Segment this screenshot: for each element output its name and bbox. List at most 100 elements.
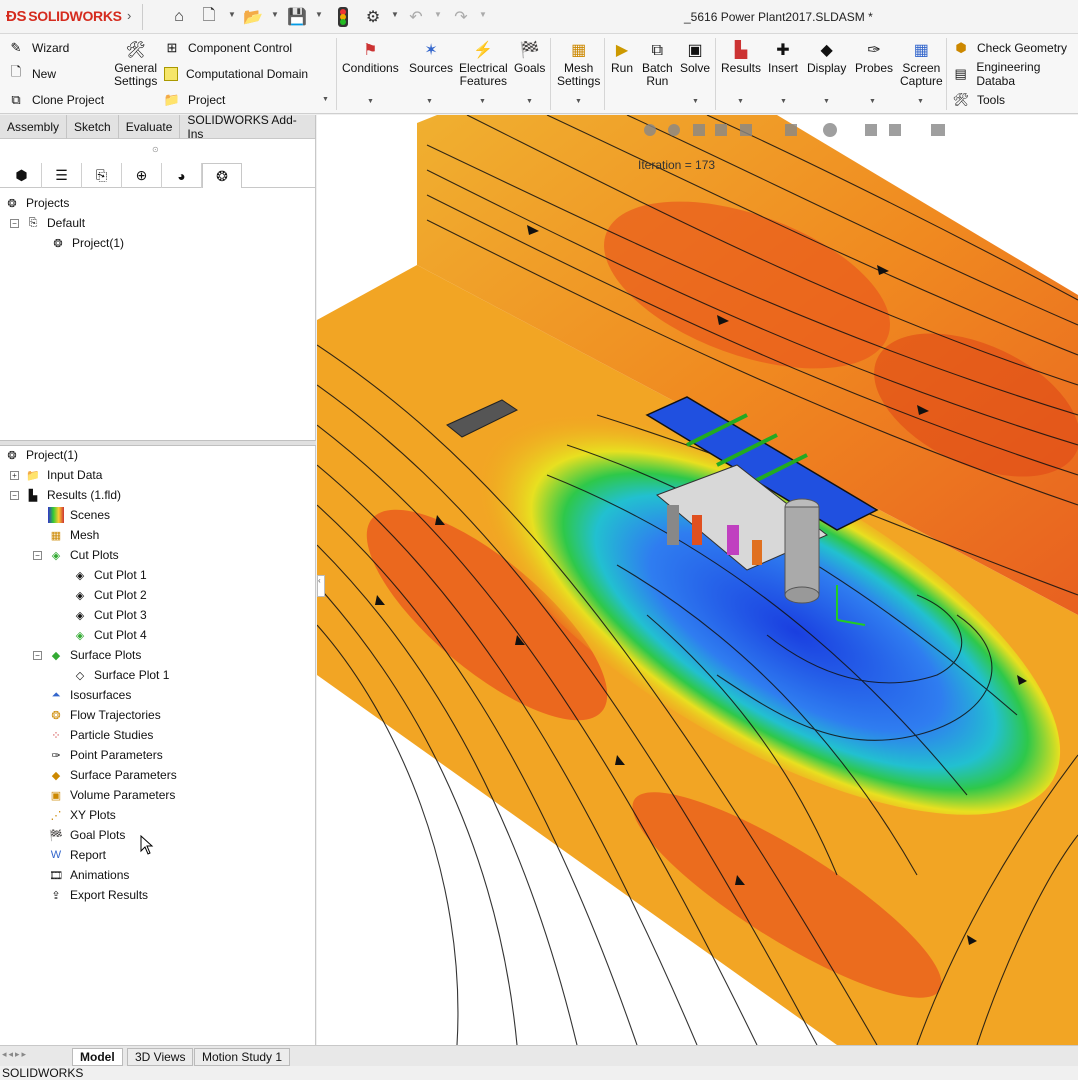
open-dropdown-icon[interactable]: ▼ (271, 10, 279, 19)
probes-dropdown-icon[interactable]: ▼ (869, 98, 876, 105)
new-button[interactable]: 🗋 New (8, 64, 56, 84)
collapse-toggle[interactable]: − (10, 218, 19, 228)
flow-simulation-tab-icon[interactable]: ❂ (202, 163, 242, 188)
display-button[interactable]: ◆ Display (807, 40, 846, 75)
tools-button[interactable]: 🛠 Tools (953, 90, 1005, 110)
save-icon[interactable]: 💾 (286, 6, 308, 28)
configuration-manager-tab-icon[interactable]: ⎘ (82, 163, 122, 188)
tree-item-surface-plots[interactable]: − ◆ Surface Plots (33, 645, 141, 665)
sources-dropdown-icon[interactable]: ▼ (426, 98, 433, 105)
tree-item-report[interactable]: W Report (48, 845, 106, 865)
redo-icon[interactable]: ↷ (450, 6, 472, 28)
tab-model[interactable]: Model (72, 1048, 123, 1066)
tree-item-surface-parameters[interactable]: ◆ Surface Parameters (48, 765, 177, 785)
tab-evaluate[interactable]: Evaluate (119, 115, 181, 139)
undo-icon[interactable]: ↶ (405, 6, 427, 28)
electrical-features-button[interactable]: ⚡ Electrical Features (459, 40, 508, 88)
panel-flyout-arrow-icon[interactable]: ‹ (317, 575, 325, 597)
engineering-database-button[interactable]: ▤ Engineering Databa (953, 60, 1078, 88)
run-button[interactable]: ▶ Run (611, 40, 633, 75)
display-dropdown-icon[interactable]: ▼ (823, 98, 830, 105)
solve-dropdown-icon[interactable]: ▼ (692, 98, 699, 105)
tree-item-default[interactable]: − ⎘ Default (10, 213, 85, 233)
options-dropdown-icon[interactable]: ▼ (391, 10, 399, 19)
mesh-settings-button[interactable]: ▦ Mesh Settings (557, 40, 600, 88)
wizard-button[interactable]: ✎ Wizard (8, 38, 70, 58)
options-gear-icon[interactable]: ⚙ (362, 6, 384, 28)
property-manager-tab-icon[interactable]: ☰ (42, 163, 82, 188)
tree-item-cut-plot-1[interactable]: ◈ Cut Plot 1 (72, 565, 147, 585)
tree-item-project-root[interactable]: ❂ Project(1) (4, 445, 78, 465)
mesh-dropdown-icon[interactable]: ▼ (575, 98, 582, 105)
tree-item-cut-plot-2[interactable]: ◈ Cut Plot 2 (72, 585, 147, 605)
collapse-toggle[interactable]: − (10, 490, 19, 500)
rebuild-traffic-light-icon[interactable] (332, 6, 354, 28)
insert-button[interactable]: ✚ Insert (768, 40, 798, 75)
tree-item-results[interactable]: − ▙ Results (1.fld) (10, 485, 121, 505)
tree-item-projects[interactable]: ❂ Projects (4, 193, 69, 213)
solve-button[interactable]: ▣ Solve (680, 40, 710, 75)
clone-project-button[interactable]: ⧉ Clone Project (8, 90, 104, 110)
tree-item-isosurfaces[interactable]: ⏶ Isosurfaces (48, 685, 132, 705)
tab-assembly[interactable]: Assembly (0, 115, 68, 139)
probes-button[interactable]: ✑ Probes (855, 40, 893, 75)
project-menu-button[interactable]: 📁 Project (164, 90, 225, 110)
undo-dropdown-icon[interactable]: ▼ (434, 10, 442, 19)
tree-item-project-1[interactable]: ❂ Project(1) (50, 233, 124, 253)
check-geometry-button[interactable]: ⬢ Check Geometry (953, 38, 1067, 58)
tree-item-point-parameters[interactable]: ✑ Point Parameters (48, 745, 162, 765)
results-dropdown-icon[interactable]: ▼ (737, 98, 744, 105)
dimxpert-manager-tab-icon[interactable]: ⊕ (122, 163, 162, 188)
tree-item-xy-plots[interactable]: ⋰ XY Plots (48, 805, 116, 825)
goals-dropdown-icon[interactable]: ▼ (526, 98, 533, 105)
tree-item-particle-studies[interactable]: ⁘ Particle Studies (48, 725, 153, 745)
logo-menu-chevron-icon[interactable]: › (127, 8, 131, 23)
collapse-toggle[interactable]: − (33, 650, 42, 660)
tab-sketch[interactable]: Sketch (67, 115, 119, 139)
project-dropdown-icon[interactable]: ▼ (322, 96, 329, 103)
tab-solidworks-add-ins[interactable]: SOLIDWORKS Add-Ins (180, 113, 316, 141)
sources-button[interactable]: ✶ Sources (409, 40, 453, 75)
batch-run-button[interactable]: ⧉ Batch Run (642, 40, 673, 88)
goals-button[interactable]: 🏁 Goals (514, 40, 545, 75)
tab-scroll-arrows-icon[interactable]: ◂◂▸▸ (2, 1049, 28, 1060)
results-button[interactable]: ▙ Results (721, 40, 761, 75)
tree-item-cut-plot-4[interactable]: ◈ Cut Plot 4 (72, 625, 147, 645)
collapse-toggle[interactable]: − (33, 550, 42, 560)
computational-domain-button[interactable]: Computational Domain (164, 64, 308, 84)
tree-item-export-results[interactable]: ⇪ Export Results (48, 885, 148, 905)
screen-capture-dropdown-icon[interactable]: ▼ (917, 98, 924, 105)
component-control-button[interactable]: ⊞ Component Control (164, 38, 293, 58)
tree-item-animations[interactable]: 🎞 Animations (48, 865, 129, 885)
tab-3d-views[interactable]: 3D Views (127, 1048, 194, 1066)
tree-item-goal-plots[interactable]: 🏁 Goal Plots (48, 825, 125, 845)
save-dropdown-icon[interactable]: ▼ (315, 10, 323, 19)
tree-item-surface-plot-1[interactable]: ◇ Surface Plot 1 (72, 665, 170, 685)
display-manager-tab-icon[interactable]: ◕ (162, 163, 202, 188)
electrical-dropdown-icon[interactable]: ▼ (479, 98, 486, 105)
divider (715, 38, 716, 110)
conditions-dropdown-icon[interactable]: ▼ (367, 98, 374, 105)
new-document-icon[interactable]: 🗋 (198, 6, 220, 28)
tree-item-volume-parameters[interactable]: ▣ Volume Parameters (48, 785, 176, 805)
conditions-button[interactable]: ⚑ Conditions (342, 40, 399, 75)
screen-capture-button[interactable]: ▦ Screen Capture (900, 40, 943, 88)
solidworks-logo[interactable]: ƉS SOLIDWORKS (6, 8, 122, 25)
redo-dropdown-icon[interactable]: ▼ (479, 10, 487, 19)
tree-item-input-data[interactable]: + 📁 Input Data (10, 465, 102, 485)
tab-motion-study-1[interactable]: Motion Study 1 (194, 1048, 291, 1066)
home-icon[interactable]: ⌂ (168, 6, 190, 28)
expand-toggle[interactable]: + (10, 470, 19, 480)
graphics-viewport[interactable]: ‹ (317, 115, 1078, 1045)
tree-item-flow-trajectories[interactable]: ❂ Flow Trajectories (48, 705, 160, 725)
tree-item-cut-plots[interactable]: − ◈ Cut Plots (33, 545, 119, 565)
tree-item-mesh[interactable]: ▦ Mesh (48, 525, 100, 545)
feature-manager-tab-icon[interactable]: ⬢ (2, 163, 42, 188)
general-settings-button[interactable]: 🛠 General Settings (114, 40, 157, 88)
tree-item-cut-plot-3[interactable]: ◈ Cut Plot 3 (72, 605, 147, 625)
panel-collapse-handle-icon[interactable]: ⊙ (152, 145, 159, 154)
insert-dropdown-icon[interactable]: ▼ (780, 98, 787, 105)
new-dropdown-icon[interactable]: ▼ (228, 10, 236, 19)
open-folder-icon[interactable]: 📂 (242, 6, 264, 28)
tree-item-scenes[interactable]: Scenes (48, 505, 110, 525)
